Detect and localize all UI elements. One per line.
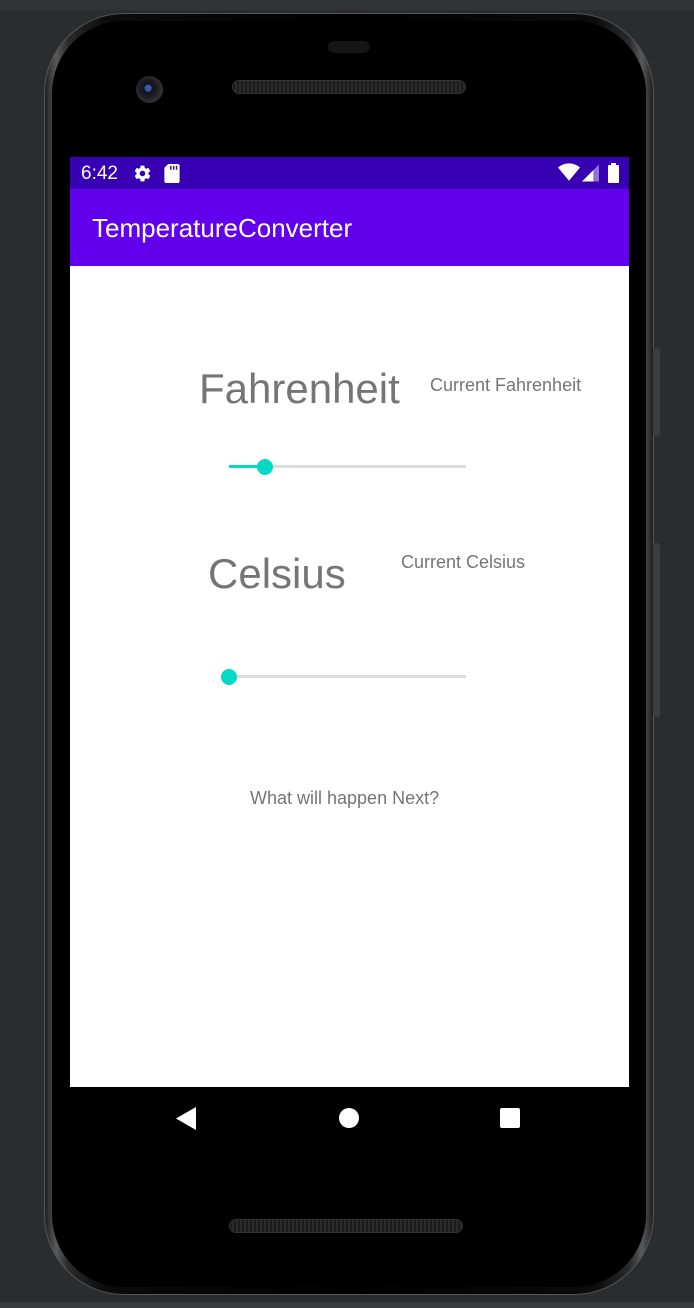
recents-icon[interactable] (500, 1108, 520, 1133)
emulator-bottom-frame (0, 1302, 694, 1308)
home-icon[interactable] (339, 1108, 359, 1133)
earpiece-speaker (233, 81, 465, 93)
celsius-slider[interactable] (221, 666, 466, 688)
fahrenheit-slider[interactable] (229, 456, 466, 478)
power-button[interactable] (653, 348, 660, 436)
cell-signal-icon (582, 164, 599, 187)
main-content: Fahrenheit Current Fahrenheit Celsius Cu… (70, 266, 629, 1087)
app-title: TemperatureConverter (92, 213, 353, 243)
slider-thumb[interactable] (221, 669, 237, 685)
current-fahrenheit-value: Current Fahrenheit (430, 375, 582, 395)
bottom-speaker (230, 1220, 462, 1232)
volume-button[interactable] (653, 543, 660, 717)
celsius-label: Celsius (208, 550, 346, 597)
status-bar: 6:42 (70, 157, 629, 189)
back-icon[interactable] (176, 1107, 196, 1135)
sd-card-icon (164, 164, 180, 188)
wifi-icon (558, 163, 580, 187)
gear-icon (133, 164, 152, 188)
slider-thumb[interactable] (257, 459, 273, 475)
emulator-top-frame (0, 0, 694, 10)
current-celsius-value: Current Celsius (401, 552, 526, 572)
app-bar: TemperatureConverter (70, 189, 629, 266)
battery-icon (608, 163, 619, 188)
device-screen: 6:42 TemperatureConverter Fahrenheit Cur… (70, 157, 629, 1151)
status-message: What will happen Next? (250, 788, 440, 808)
fahrenheit-label: Fahrenheit (199, 365, 400, 412)
proximity-sensor (328, 41, 370, 53)
navigation-bar (70, 1087, 629, 1151)
slider-track (229, 675, 466, 678)
status-time: 6:42 (81, 163, 118, 184)
front-camera-icon (136, 76, 163, 103)
